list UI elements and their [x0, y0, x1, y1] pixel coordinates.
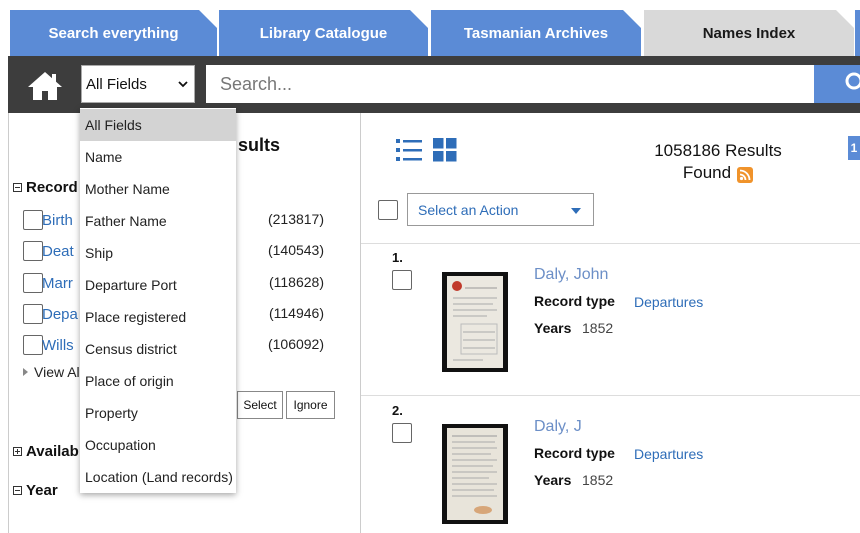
dropdown-option[interactable]: Ship: [80, 237, 236, 269]
results-divider: [361, 395, 860, 396]
home-icon[interactable]: [26, 70, 64, 102]
dropdown-option[interactable]: Mother Name: [80, 173, 236, 205]
tab-names-index[interactable]: Names Index: [644, 10, 854, 56]
facet-count: (213817): [267, 211, 324, 227]
action-select-value: Select an Action: [418, 201, 519, 218]
dropdown-option[interactable]: Departure Port: [80, 269, 236, 301]
search-field-dropdown: All Fields Name Mother Name Father Name …: [80, 108, 236, 493]
results-found-line: Found: [682, 162, 754, 184]
document-image: [447, 276, 503, 368]
record-number: 2.: [392, 403, 403, 418]
dropdown-option[interactable]: Place registered: [80, 301, 236, 333]
facet-count: (118628): [268, 274, 324, 290]
chevron-down-icon: [178, 81, 188, 88]
collapse-icon: [13, 486, 22, 495]
tab-tasmanian-archives[interactable]: Tasmanian Archives: [431, 10, 641, 56]
page-badge[interactable]: 1: [848, 136, 860, 160]
rss-icon[interactable]: [737, 167, 754, 189]
search-icon: [845, 72, 860, 90]
search-field-select[interactable]: All Fields: [81, 65, 195, 103]
triangle-right-icon: [23, 368, 28, 376]
results-count: 1058186 Results Found: [618, 140, 818, 184]
record-thumbnail[interactable]: [442, 272, 508, 372]
tab-search-everything[interactable]: Search everything: [10, 10, 217, 56]
results-found-label: Found: [682, 163, 732, 182]
dropdown-option[interactable]: Name: [80, 141, 236, 173]
search-button[interactable]: [814, 65, 860, 103]
select-button[interactable]: Select: [237, 391, 283, 419]
record-title-link[interactable]: Daly, John: [534, 266, 608, 284]
results-divider: [361, 243, 860, 244]
years-value: 1852: [582, 472, 614, 488]
dropdown-option[interactable]: Property: [80, 397, 236, 429]
record-type-label: Record type: [534, 293, 615, 309]
facet-count: (140543): [267, 242, 324, 258]
section-title: Record: [26, 179, 78, 196]
facet-count: (106092): [267, 336, 324, 352]
years-label: Years: [534, 472, 572, 488]
ignore-button[interactable]: Ignore: [286, 391, 335, 419]
select-all-checkbox[interactable]: [378, 200, 398, 220]
results-count-number: 1058186 Results: [654, 141, 782, 160]
facet-label[interactable]: Birth: [42, 212, 73, 229]
record-checkbox[interactable]: [392, 270, 412, 290]
record-number: 1.: [392, 250, 403, 265]
dropdown-option[interactable]: Census district: [80, 333, 236, 365]
facet-label[interactable]: Wills: [42, 337, 74, 354]
dropdown-option[interactable]: Place of origin: [80, 365, 236, 397]
search-field-value: All Fields: [86, 75, 147, 93]
facet-label[interactable]: Deat: [42, 243, 74, 260]
availability-section-header[interactable]: Availab: [13, 443, 79, 460]
record-type-section-header[interactable]: Record: [13, 179, 78, 196]
record-type-link[interactable]: Departures: [634, 294, 703, 310]
caret-down-icon: [571, 208, 581, 214]
years-value: 1852: [582, 320, 614, 336]
facet-checkbox[interactable]: [23, 304, 43, 324]
search-input[interactable]: [206, 65, 814, 103]
facet-count: (114946): [268, 305, 324, 321]
record-type-link[interactable]: Departures: [634, 446, 703, 462]
document-image: [447, 428, 503, 520]
facet-checkbox[interactable]: [23, 273, 43, 293]
section-title: Year: [26, 482, 58, 499]
dropdown-option[interactable]: Occupation: [80, 429, 236, 461]
facet-checkbox[interactable]: [23, 210, 43, 230]
collapse-icon: [13, 183, 22, 192]
year-section-header[interactable]: Year: [13, 482, 58, 499]
tab-label: Names Index: [702, 24, 796, 42]
list-view-icon[interactable]: [396, 138, 422, 167]
facet-checkbox[interactable]: [23, 241, 43, 261]
dropdown-option[interactable]: Location (Land records): [80, 461, 236, 493]
record-checkbox[interactable]: [392, 423, 412, 443]
tab-library-catalogue[interactable]: Library Catalogue: [219, 10, 428, 56]
section-title: Availab: [26, 443, 79, 460]
record-title-link[interactable]: Daly, J: [534, 418, 582, 436]
tab-next-edge[interactable]: [855, 10, 860, 56]
expand-icon: [13, 447, 22, 456]
results-heading: sults: [238, 135, 281, 155]
years-label: Years: [534, 320, 572, 336]
facet-label[interactable]: Marr: [42, 275, 73, 292]
tab-label: Search everything: [48, 24, 179, 42]
top-tabs: Search everything Library Catalogue Tasm…: [0, 0, 860, 56]
dropdown-option[interactable]: Father Name: [80, 205, 236, 237]
facet-checkbox[interactable]: [23, 335, 43, 355]
tab-label: Library Catalogue: [259, 24, 388, 42]
view-all-link[interactable]: View Al: [22, 364, 80, 380]
view-all-label: View Al: [34, 364, 80, 380]
record-type-label: Record type: [534, 445, 615, 461]
search-bar: All Fields: [8, 56, 860, 113]
record-thumbnail[interactable]: [442, 424, 508, 524]
facet-label[interactable]: Depa: [42, 306, 78, 323]
dropdown-option[interactable]: All Fields: [80, 109, 236, 141]
action-select[interactable]: Select an Action: [407, 193, 594, 226]
tab-label: Tasmanian Archives: [463, 24, 609, 42]
grid-view-icon[interactable]: [433, 138, 457, 167]
